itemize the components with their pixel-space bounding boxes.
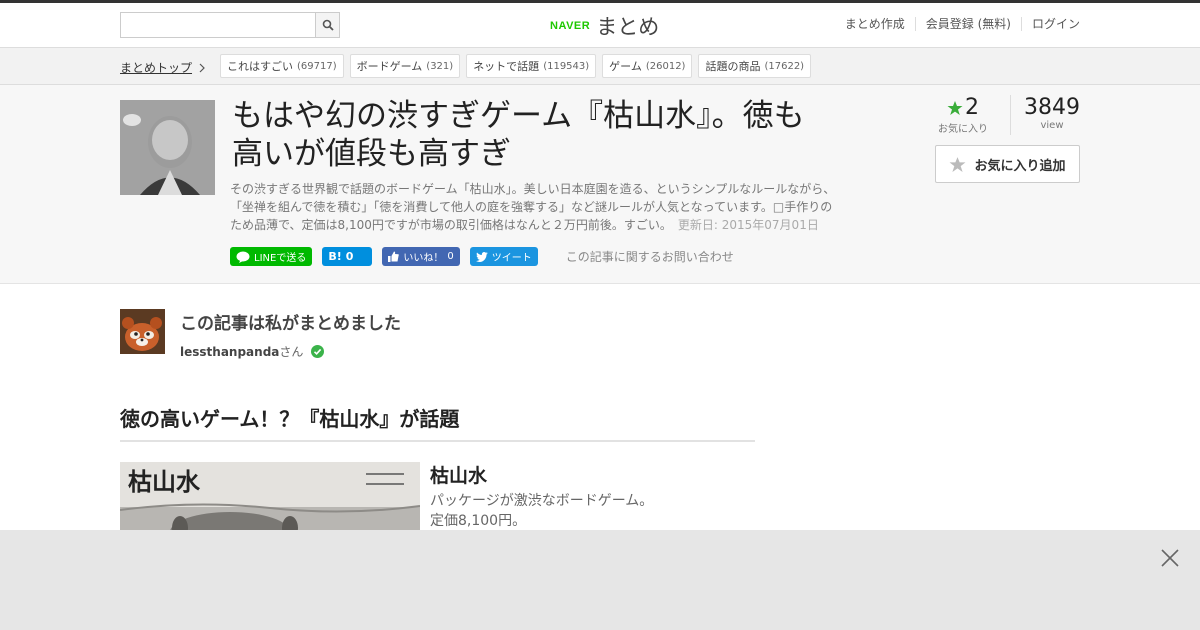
tag-count: (321) <box>426 60 454 72</box>
tag-list: これはすごい (69717) ボードゲーム (321) ネットで話題 (119543)… <box>220 54 812 78</box>
hatena-icon: B! <box>328 250 342 263</box>
hatena-bookmark-button[interactable]: B! 0 <box>322 247 373 266</box>
item-description: パッケージが激渋なボードゲーム。 <box>430 493 654 509</box>
tag-label: 話題の商品 <box>705 60 761 73</box>
author-suffix: さん <box>279 345 304 359</box>
tweet-label: ツイート <box>491 253 532 264</box>
add-favorite-button[interactable]: お気に入り追加 <box>935 145 1080 183</box>
line-share-button[interactable]: LINEで送る <box>230 247 313 266</box>
tag-count: (17622) <box>764 60 805 72</box>
tag-label: ボードゲーム <box>356 60 423 73</box>
inquiry-link[interactable]: この記事に関するお問い合わせ <box>566 248 734 265</box>
item-title: 枯山水 <box>430 465 488 487</box>
chevron-right-icon <box>199 63 205 72</box>
author-info: この記事は私がまとめました lessthanpandaさん <box>180 309 401 360</box>
create-matome-link[interactable]: まとめ作成 <box>835 17 915 31</box>
tag-item[interactable]: ネットで話題 (119543) <box>466 54 597 78</box>
tag-item[interactable]: 話題の商品 (17622) <box>698 54 812 78</box>
register-link[interactable]: 会員登録 (無料) <box>914 17 1021 31</box>
site-logo[interactable]: NAVER まとめ <box>550 11 659 41</box>
thumbs-up-icon <box>388 251 400 262</box>
article-thumbnail <box>120 100 215 195</box>
naver-logo: NAVER <box>550 20 591 32</box>
article-stats: 2 お気に入り 3849 view <box>929 95 1080 135</box>
breadcrumb-home[interactable]: まとめトップ <box>120 59 192 76</box>
matome-logo: まとめ <box>596 15 660 39</box>
verified-check-icon <box>311 345 325 358</box>
star-outline-icon <box>950 156 966 172</box>
search-button[interactable] <box>315 12 340 38</box>
favorite-stat: 2 お気に入り <box>929 95 1011 135</box>
view-label: view <box>1040 120 1064 131</box>
view-stat: 3849 view <box>1011 95 1080 135</box>
line-share-label: LINEで送る <box>254 253 307 264</box>
tag-item[interactable]: これはすごい (69717) <box>220 54 344 78</box>
add-favorite-label: お気に入り追加 <box>974 158 1066 174</box>
site-header: NAVER まとめ まとめ作成 会員登録 (無料) ログイン <box>0 3 1200 48</box>
article-header: もはや幻の渋すぎゲーム『枯山水』。徳も高いが値段も高すぎ その渋すぎる世界観で話… <box>0 85 1200 284</box>
ad-overlay <box>0 530 1200 630</box>
facebook-like-count: 0 <box>447 251 454 262</box>
item-image-title: 枯山水 <box>128 467 201 496</box>
tag-label: これはすごい <box>227 60 293 73</box>
hatena-count: 0 <box>345 250 354 263</box>
tweet-button[interactable]: ツイート <box>469 247 538 266</box>
tag-item[interactable]: ゲーム (26012) <box>602 54 693 78</box>
view-count: 3849 <box>1024 95 1080 120</box>
twitter-bird-icon <box>475 251 488 262</box>
star-icon <box>947 100 963 115</box>
breadcrumb-bar: まとめトップ これはすごい (69717) ボードゲーム (321) ネットで話題(… <box>0 48 1200 85</box>
share-bar: LINEで送る B! 0 いいね！ 0 ツイート この記事に関するお問い合わせ <box>230 247 734 266</box>
search-input[interactable] <box>120 12 315 38</box>
search-box <box>120 12 340 38</box>
favorite-count: 2 <box>965 95 979 120</box>
author-heading: この記事は私がまとめました <box>180 314 401 334</box>
tag-item[interactable]: ボードゲーム (321) <box>349 54 461 78</box>
author-name-row: lessthanpandaさん <box>180 343 401 360</box>
header-nav: まとめ作成 会員登録 (無料) ログイン <box>835 17 1080 31</box>
line-icon <box>236 251 250 263</box>
facebook-like-button[interactable]: いいね！ 0 <box>382 247 460 266</box>
breadcrumb: まとめトップ <box>120 59 206 76</box>
tag-label: ネットで話題 <box>473 60 540 73</box>
close-icon <box>1161 549 1179 567</box>
close-overlay-button[interactable] <box>1160 548 1180 568</box>
article-description: その渋すぎる世界観で話題のボードゲーム「枯山水」。美しい日本庭園を造る、というシ… <box>230 180 842 234</box>
author-name: lessthanpanda <box>180 345 280 359</box>
tag-count: (26012) <box>645 60 686 72</box>
author-box: この記事は私がまとめました lessthanpandaさん <box>120 309 401 360</box>
article-title: もはや幻の渋すぎゲーム『枯山水』。徳も高いが値段も高すぎ <box>232 98 805 172</box>
search-icon <box>322 19 334 31</box>
avatar[interactable] <box>120 309 165 354</box>
item-price: 定価8,100円。 <box>430 513 527 529</box>
tag-count: (69717) <box>297 60 337 72</box>
facebook-like-label: いいね！ <box>403 253 444 264</box>
favorite-label: お気に入り <box>938 124 988 135</box>
section-heading: 徳の高いゲーム！？『枯山水』が話題 <box>120 403 755 442</box>
updated-date: 更新日: 2015年07月01日 <box>677 218 819 232</box>
login-link[interactable]: ログイン <box>1020 17 1080 31</box>
tag-count: (119543) <box>543 60 590 72</box>
tag-label: ゲーム <box>609 60 642 73</box>
author-name-text[interactable]: lessthanpandaさん <box>180 343 303 360</box>
